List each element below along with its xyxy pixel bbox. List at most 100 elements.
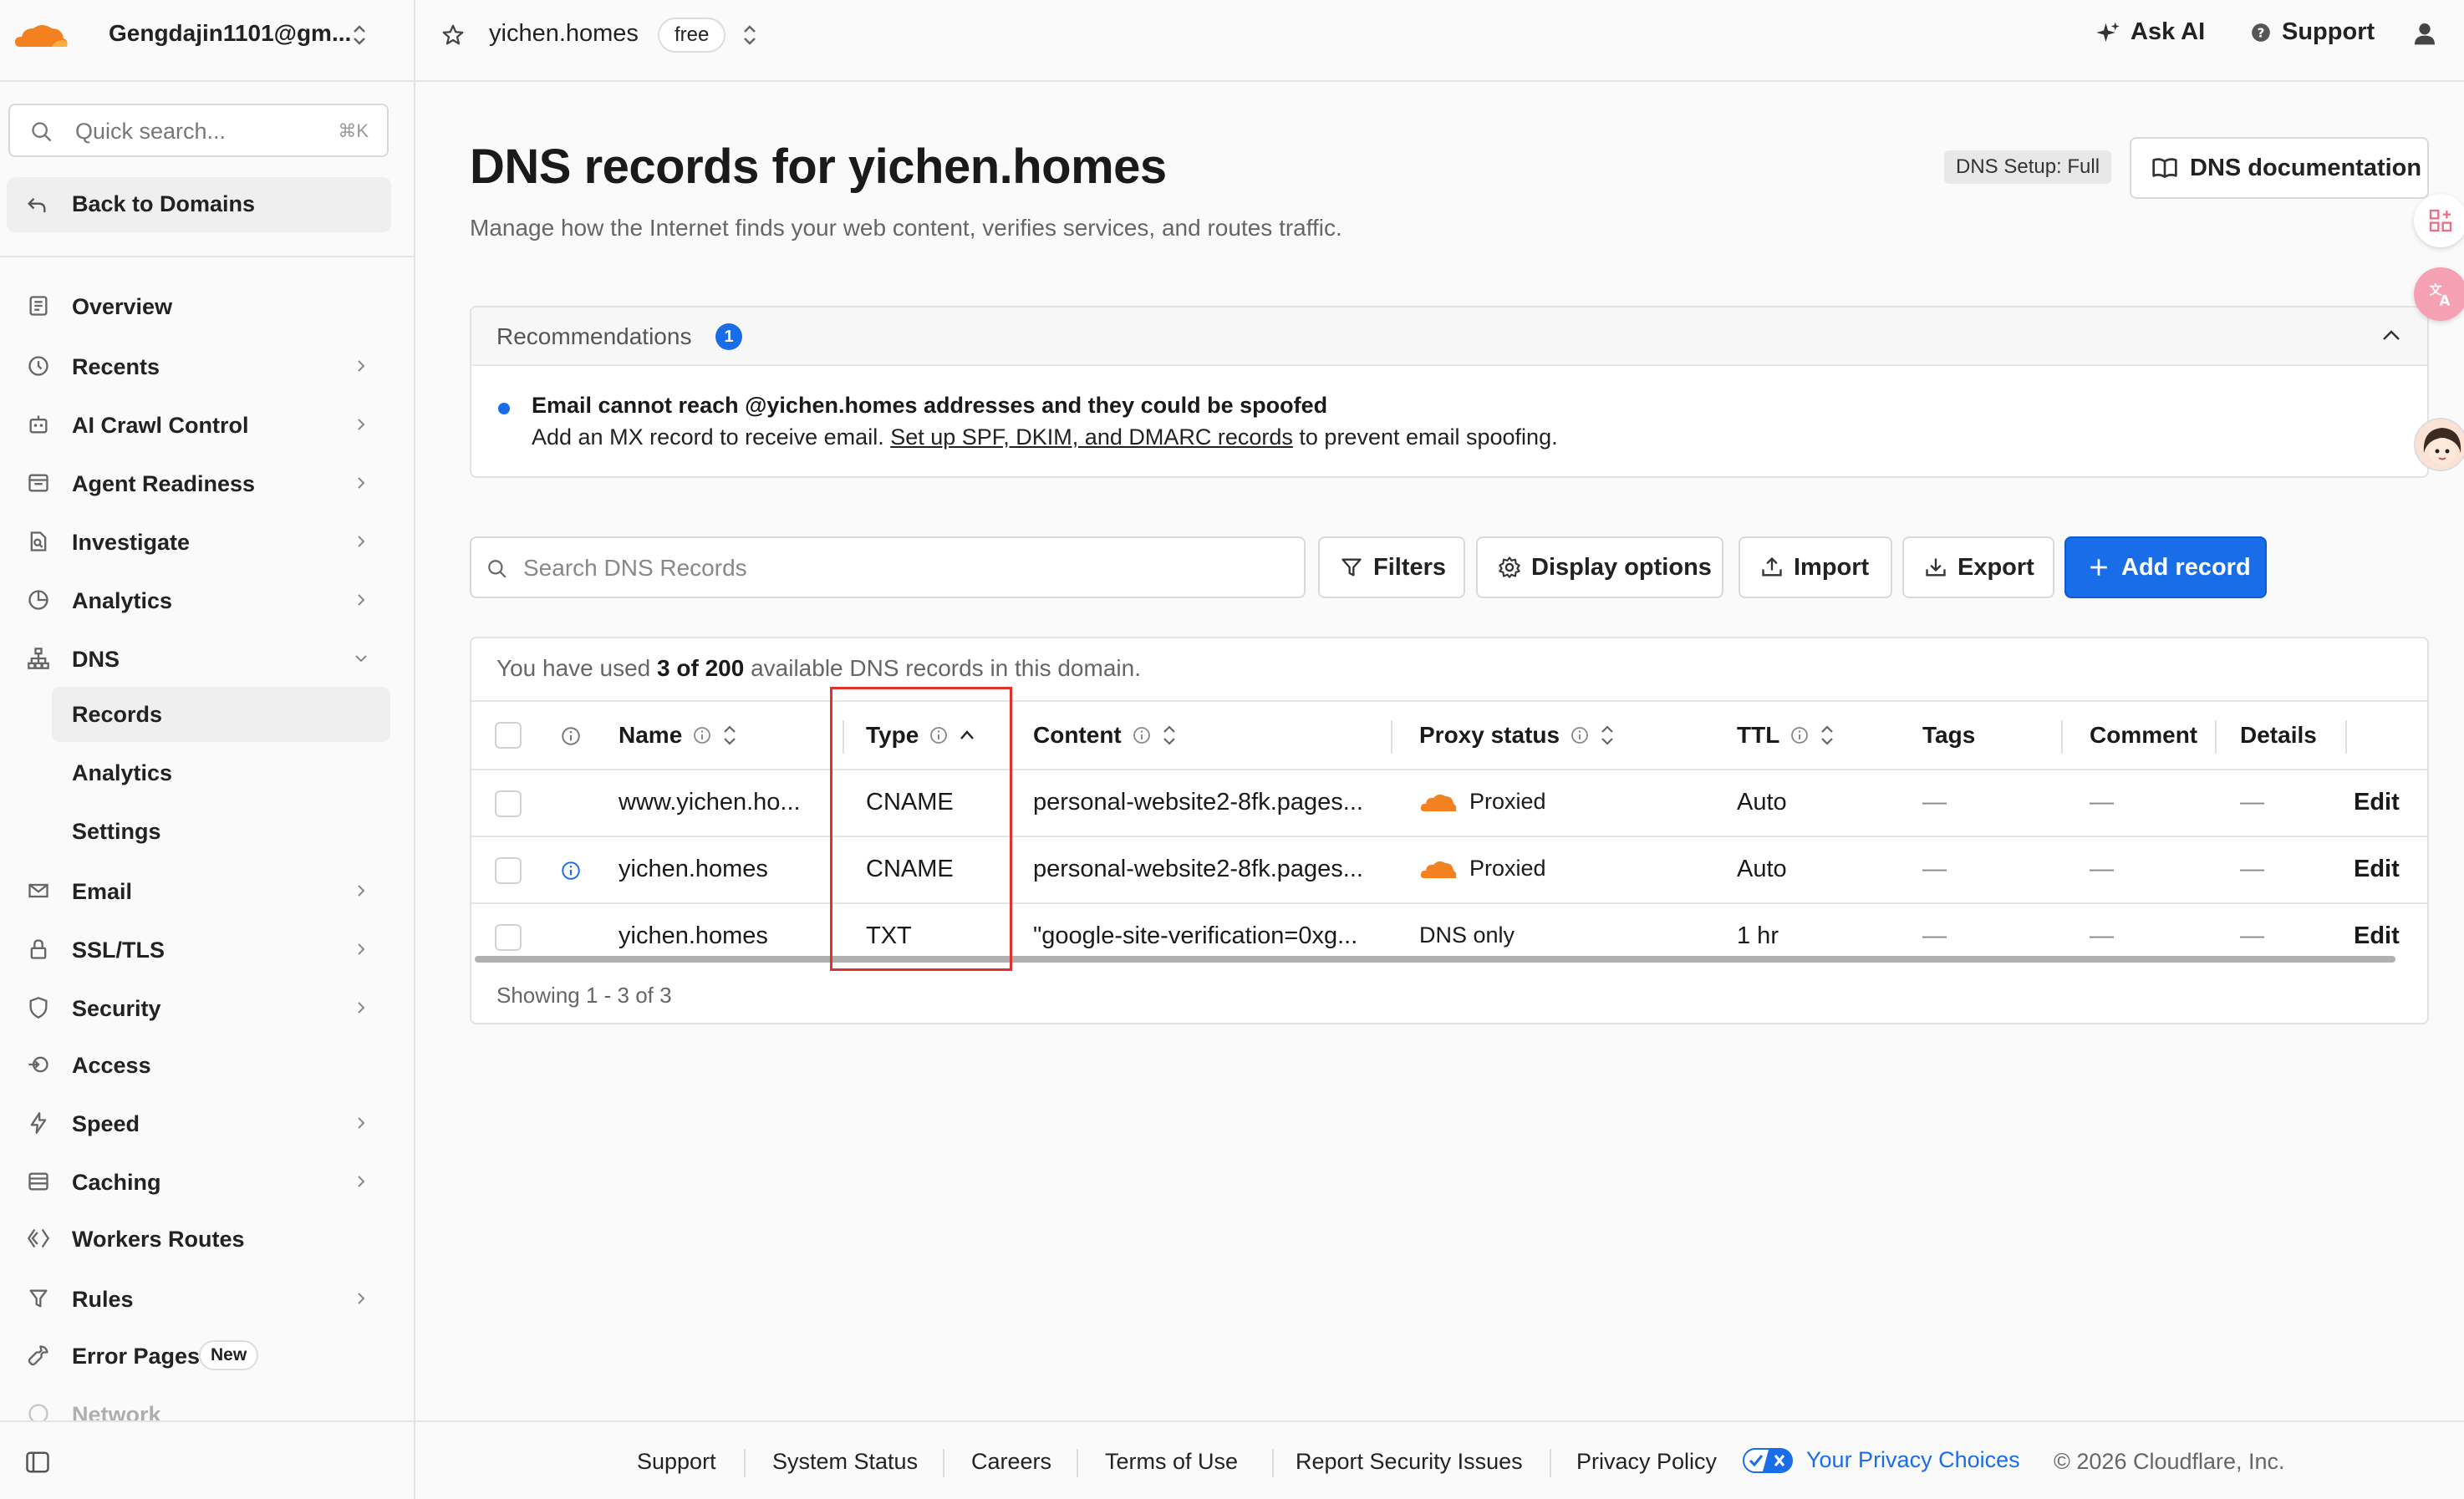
footer-link-privacy-policy[interactable]: Privacy Policy xyxy=(1576,1449,1717,1475)
assistant-avatar[interactable] xyxy=(2414,418,2464,471)
edit-record-button[interactable]: Edit xyxy=(2354,922,2400,950)
sort-icon[interactable] xyxy=(1820,722,1835,749)
sidebar-item-recents[interactable]: Recents xyxy=(0,343,414,389)
record-tags: — xyxy=(1922,789,1947,816)
column-header-proxy-status[interactable]: Proxy status xyxy=(1419,722,1615,749)
sidebar-item-network[interactable]: Network xyxy=(0,1390,414,1420)
column-divider xyxy=(2061,720,2063,754)
sidebar-item-overview[interactable]: Overview xyxy=(0,282,414,329)
footer-link-system-status[interactable]: System Status xyxy=(772,1449,918,1475)
sidebar-subitem-settings[interactable]: Settings xyxy=(52,804,390,859)
row-checkbox[interactable] xyxy=(495,924,522,951)
display-options-label: Display options xyxy=(1531,553,1712,581)
sidebar-toggle-icon[interactable] xyxy=(25,1451,50,1474)
dns-documentation-button[interactable]: DNS documentation xyxy=(2130,137,2429,199)
export-button[interactable]: Export xyxy=(1902,536,2054,598)
footer-link-careers[interactable]: Careers xyxy=(971,1449,1051,1475)
column-header-comment: Comment xyxy=(2090,722,2197,749)
column-header-details: Details xyxy=(2240,722,2317,749)
sidebar-item-caching[interactable]: Caching xyxy=(0,1158,414,1205)
quick-search-input[interactable]: Quick search... ⌘K xyxy=(8,104,389,157)
filters-button[interactable]: Filters xyxy=(1318,536,1465,598)
column-header-name[interactable]: Name xyxy=(619,722,737,749)
sidebar-subitem-label: Records xyxy=(72,702,163,727)
sidebar-item-rules[interactable]: Rules xyxy=(0,1275,414,1322)
sidebar-item-dns[interactable]: DNS xyxy=(0,635,414,682)
display-options-button[interactable]: Display options xyxy=(1476,536,1723,598)
import-button[interactable]: Import xyxy=(1739,536,1892,598)
column-content-label: Content xyxy=(1033,722,1122,748)
sidebar-subitem-label: Analytics xyxy=(72,760,173,785)
record-content: "google-site-verification=0xg... xyxy=(1033,922,1358,949)
footer-link-report-security[interactable]: Report Security Issues xyxy=(1296,1449,1523,1475)
column-divider xyxy=(2345,720,2347,754)
sidebar-subitem-records[interactable]: Records xyxy=(52,687,390,742)
cloudflare-logo-icon[interactable] xyxy=(12,18,72,52)
footer-link-terms[interactable]: Terms of Use xyxy=(1105,1449,1238,1475)
column-details-label: Details xyxy=(2240,722,2317,748)
spf-dkim-dmarc-link[interactable]: Set up SPF, DKIM, and DMARC records xyxy=(890,424,1293,450)
table-row[interactable]: www.yichen.ho... CNAME personal-website2… xyxy=(471,770,2427,837)
sidebar-item-label: Error Pages xyxy=(72,1344,201,1369)
recommendations-panel: Recommendations 1 Email cannot reach @yi… xyxy=(470,306,2429,478)
dns-search-input[interactable]: Search DNS Records xyxy=(470,536,1306,598)
column-header-content[interactable]: Content xyxy=(1033,722,1177,749)
export-label: Export xyxy=(1957,553,2034,581)
dns-search-placeholder: Search DNS Records xyxy=(523,555,747,581)
sidebar-item-ai-crawl-control[interactable]: AI Crawl Control xyxy=(0,401,414,448)
chevron-right-icon xyxy=(353,941,369,958)
sidebar-subitem-analytics[interactable]: Analytics xyxy=(52,745,390,800)
ask-ai-button[interactable]: Ask AI xyxy=(2095,18,2205,46)
sort-icon[interactable] xyxy=(1162,722,1177,749)
proxy-status: Proxied xyxy=(1419,789,1546,815)
apps-floating-button[interactable] xyxy=(2414,194,2464,247)
row-checkbox[interactable] xyxy=(495,857,522,884)
info-icon xyxy=(1789,725,1810,745)
add-record-button[interactable]: Add record xyxy=(2064,536,2267,598)
sidebar-item-access[interactable]: Access xyxy=(0,1041,414,1088)
sidebar-item-label: Security xyxy=(72,996,161,1021)
robot-icon xyxy=(27,413,50,436)
access-icon xyxy=(27,1053,50,1076)
user-icon[interactable] xyxy=(2411,20,2438,47)
row-checkbox[interactable] xyxy=(495,790,522,817)
chevron-right-icon xyxy=(353,1173,369,1190)
zone-name[interactable]: yichen.homes xyxy=(489,20,639,48)
recommendations-header[interactable]: Recommendations 1 xyxy=(471,307,2427,366)
translate-floating-button[interactable]: 文A xyxy=(2414,267,2464,321)
edit-record-button[interactable]: Edit xyxy=(2354,789,2400,816)
sidebar-item-agent-readiness[interactable]: Agent Readiness xyxy=(0,460,414,506)
edit-record-button[interactable]: Edit xyxy=(2354,856,2400,883)
privacy-choices-link[interactable]: Your Privacy Choices xyxy=(1743,1447,2020,1473)
horizontal-scrollbar[interactable] xyxy=(475,956,2395,963)
footer-link-support[interactable]: Support xyxy=(637,1449,716,1475)
info-icon[interactable] xyxy=(560,860,582,882)
table-row[interactable]: yichen.homes CNAME personal-website2-8fk… xyxy=(471,837,2427,904)
sort-icon[interactable] xyxy=(722,722,737,749)
sidebar-item-error-pages[interactable]: Error Pages New xyxy=(0,1332,414,1379)
sidebar-item-workers-routes[interactable]: Workers Routes xyxy=(0,1215,414,1262)
select-all-checkbox[interactable] xyxy=(495,722,522,749)
chevron-up-down-icon[interactable] xyxy=(351,22,368,48)
chevron-down-icon xyxy=(353,650,369,667)
back-arrow-icon xyxy=(25,194,48,217)
sidebar-item-ssl-tls[interactable]: SSL/TLS xyxy=(0,926,414,973)
proxy-status-label: Proxied xyxy=(1469,789,1546,814)
pie-chart-icon xyxy=(27,588,50,612)
sidebar-item-email[interactable]: Email xyxy=(0,867,414,914)
sidebar-item-investigate[interactable]: Investigate xyxy=(0,518,414,565)
account-name[interactable]: Gengdajin1101@gm... xyxy=(109,20,351,47)
sidebar-item-speed[interactable]: Speed xyxy=(0,1100,414,1146)
column-header-ttl[interactable]: TTL xyxy=(1737,722,1835,749)
back-to-domains-button[interactable]: Back to Domains xyxy=(7,177,391,232)
chevron-up-icon[interactable] xyxy=(2380,328,2402,344)
chevron-right-icon xyxy=(353,999,369,1016)
star-icon[interactable] xyxy=(440,23,466,48)
sort-icon[interactable] xyxy=(1600,722,1615,749)
sidebar-item-security[interactable]: Security xyxy=(0,984,414,1031)
plus-icon xyxy=(2088,556,2110,578)
support-button[interactable]: ? Support xyxy=(2250,18,2375,46)
recommendation-desc-suffix: to prevent email spoofing. xyxy=(1299,424,1558,450)
sidebar-item-analytics[interactable]: Analytics xyxy=(0,577,414,623)
chevron-up-down-icon[interactable] xyxy=(741,22,758,48)
